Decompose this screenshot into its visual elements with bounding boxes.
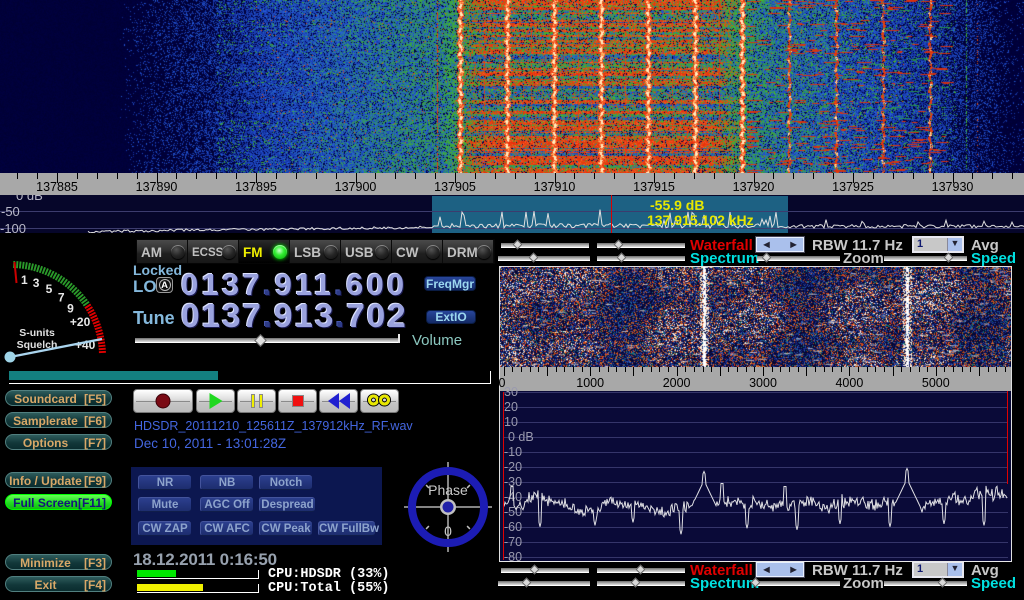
- svg-text:1: 1: [21, 273, 28, 287]
- svg-text:0: 0: [444, 523, 452, 539]
- svg-text:S-units: S-units: [19, 327, 55, 339]
- svg-text:3: 3: [33, 276, 40, 290]
- svg-text:9: 9: [67, 302, 74, 316]
- svg-text:7: 7: [58, 291, 65, 305]
- svg-text:Phase: Phase: [428, 482, 468, 498]
- svg-text:+20: +20: [70, 315, 91, 329]
- svg-text:5: 5: [46, 282, 53, 296]
